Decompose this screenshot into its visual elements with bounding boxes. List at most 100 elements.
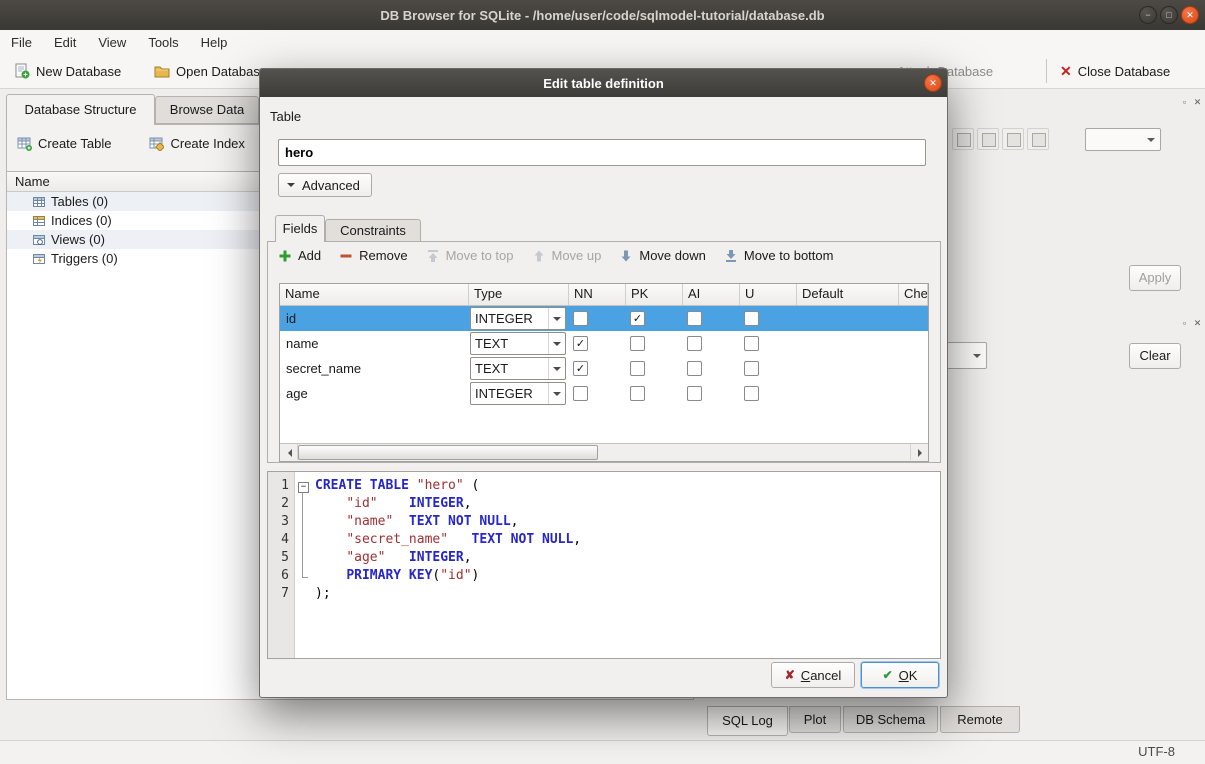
tab-browse-data[interactable]: Browse Data (155, 96, 259, 124)
field-row[interactable]: idINTEGER (280, 306, 928, 331)
tab-constraints[interactable]: Constraints (325, 219, 421, 242)
new-database-button[interactable]: New Database (10, 58, 125, 84)
ai-checkbox[interactable] (687, 311, 702, 326)
column-header-check[interactable]: Che (899, 284, 928, 305)
type-combo[interactable]: TEXT (470, 357, 566, 380)
move-up-button[interactable]: Move up (532, 248, 602, 263)
nn-checkbox[interactable] (573, 336, 588, 351)
field-name-cell[interactable]: secret_name (280, 356, 469, 381)
table-name-input[interactable] (278, 139, 926, 166)
close-database-button[interactable]: Close Database (1056, 58, 1174, 84)
advanced-toggle-button[interactable]: Advanced (278, 173, 372, 197)
field-row[interactable]: secret_nameTEXT (280, 356, 928, 381)
remove-field-button[interactable]: Remove (339, 248, 407, 263)
minimize-icon[interactable] (1139, 6, 1157, 24)
open-database-button[interactable]: Open Database (150, 58, 271, 84)
add-field-button[interactable]: Add (278, 248, 321, 263)
check-cell[interactable] (899, 306, 928, 331)
pk-checkbox[interactable] (630, 311, 645, 326)
u-checkbox[interactable] (744, 311, 759, 326)
u-cell (740, 331, 797, 356)
default-cell[interactable] (797, 306, 899, 331)
sql-preview-editor[interactable]: 1234567 CREATE TABLE "hero" ( "id" INTEG… (267, 471, 941, 659)
column-header-nn[interactable]: NN (569, 284, 626, 305)
ai-checkbox[interactable] (687, 361, 702, 376)
horizontal-scrollbar[interactable] (280, 443, 928, 461)
column-header-type[interactable]: Type (469, 284, 569, 305)
move-to-top-button[interactable]: Move to top (426, 248, 514, 263)
menu-file[interactable]: File (0, 32, 43, 53)
scrollbar-thumb[interactable] (298, 445, 598, 460)
cell-editor-tool-button[interactable] (1002, 128, 1024, 150)
maximize-icon[interactable] (1160, 6, 1178, 24)
dock-close-icon[interactable] (1192, 97, 1203, 108)
tab-remote[interactable]: Remote (940, 706, 1020, 733)
dialog-close-icon[interactable] (924, 74, 942, 92)
check-cell[interactable] (899, 331, 928, 356)
clear-button[interactable]: Clear (1129, 343, 1181, 369)
dock-float-icon[interactable] (1179, 318, 1190, 329)
fold-marker-icon[interactable] (295, 478, 311, 496)
type-combo[interactable]: INTEGER (470, 307, 566, 330)
code-fold-column[interactable] (295, 472, 311, 658)
nn-checkbox[interactable] (573, 386, 588, 401)
field-row[interactable]: nameTEXT (280, 331, 928, 356)
open-database-icon (154, 63, 170, 79)
field-name-cell[interactable]: id (280, 306, 469, 331)
move-down-button[interactable]: Move down (619, 248, 705, 263)
pk-checkbox[interactable] (630, 361, 645, 376)
u-checkbox[interactable] (744, 361, 759, 376)
ai-checkbox[interactable] (687, 336, 702, 351)
nn-checkbox[interactable] (573, 361, 588, 376)
cancel-button[interactable]: Cancel (771, 662, 855, 688)
field-row[interactable]: ageINTEGER (280, 381, 928, 406)
cell-editor-tool-button[interactable] (1027, 128, 1049, 150)
scroll-left-icon[interactable] (280, 444, 298, 460)
u-checkbox[interactable] (744, 386, 759, 401)
pk-checkbox[interactable] (630, 336, 645, 351)
scroll-right-icon[interactable] (910, 444, 928, 460)
check-cell[interactable] (899, 356, 928, 381)
create-table-button[interactable]: Create Table (11, 132, 117, 155)
tab-database-structure[interactable]: Database Structure (6, 94, 155, 125)
column-header-ai[interactable]: AI (683, 284, 740, 305)
pk-checkbox[interactable] (630, 386, 645, 401)
field-name-cell[interactable]: name (280, 331, 469, 356)
type-combo[interactable]: TEXT (470, 332, 566, 355)
u-cell (740, 381, 797, 406)
menu-help[interactable]: Help (190, 32, 239, 53)
default-cell[interactable] (797, 331, 899, 356)
column-header-pk[interactable]: PK (626, 284, 683, 305)
window-titlebar[interactable]: DB Browser for SQLite - /home/user/code/… (0, 0, 1205, 30)
tab-db-schema[interactable]: DB Schema (843, 706, 938, 733)
apply-button[interactable]: Apply (1129, 265, 1181, 291)
tab-plot[interactable]: Plot (789, 706, 841, 733)
dock-float-icon[interactable] (1179, 97, 1190, 108)
dock-close-icon[interactable] (1192, 318, 1203, 329)
column-header-u[interactable]: U (740, 284, 797, 305)
check-cell[interactable] (899, 381, 928, 406)
default-cell[interactable] (797, 356, 899, 381)
move-to-bottom-button[interactable]: Move to bottom (724, 248, 834, 263)
cell-editor-mode-combo[interactable] (1085, 128, 1161, 151)
tab-sql-log[interactable]: SQL Log (707, 706, 788, 736)
column-header-name[interactable]: Name (280, 284, 469, 305)
dialog-titlebar[interactable]: Edit table definition (260, 69, 947, 97)
nn-checkbox[interactable] (573, 311, 588, 326)
close-icon[interactable] (1181, 6, 1199, 24)
cell-editor-tool-button[interactable] (952, 128, 974, 150)
ai-checkbox[interactable] (687, 386, 702, 401)
default-cell[interactable] (797, 381, 899, 406)
menu-tools[interactable]: Tools (137, 32, 189, 53)
menu-view[interactable]: View (87, 32, 137, 53)
u-checkbox[interactable] (744, 336, 759, 351)
ok-button[interactable]: OK (861, 662, 939, 688)
type-combo[interactable]: INTEGER (470, 382, 566, 405)
fields-table-header: Name Type NN PK AI U Default Che (280, 284, 928, 306)
cell-editor-tool-button[interactable] (977, 128, 999, 150)
create-index-button[interactable]: Create Index (143, 132, 250, 155)
tab-fields[interactable]: Fields (275, 215, 325, 242)
field-name-cell[interactable]: age (280, 381, 469, 406)
column-header-default[interactable]: Default (797, 284, 899, 305)
menu-edit[interactable]: Edit (43, 32, 87, 53)
